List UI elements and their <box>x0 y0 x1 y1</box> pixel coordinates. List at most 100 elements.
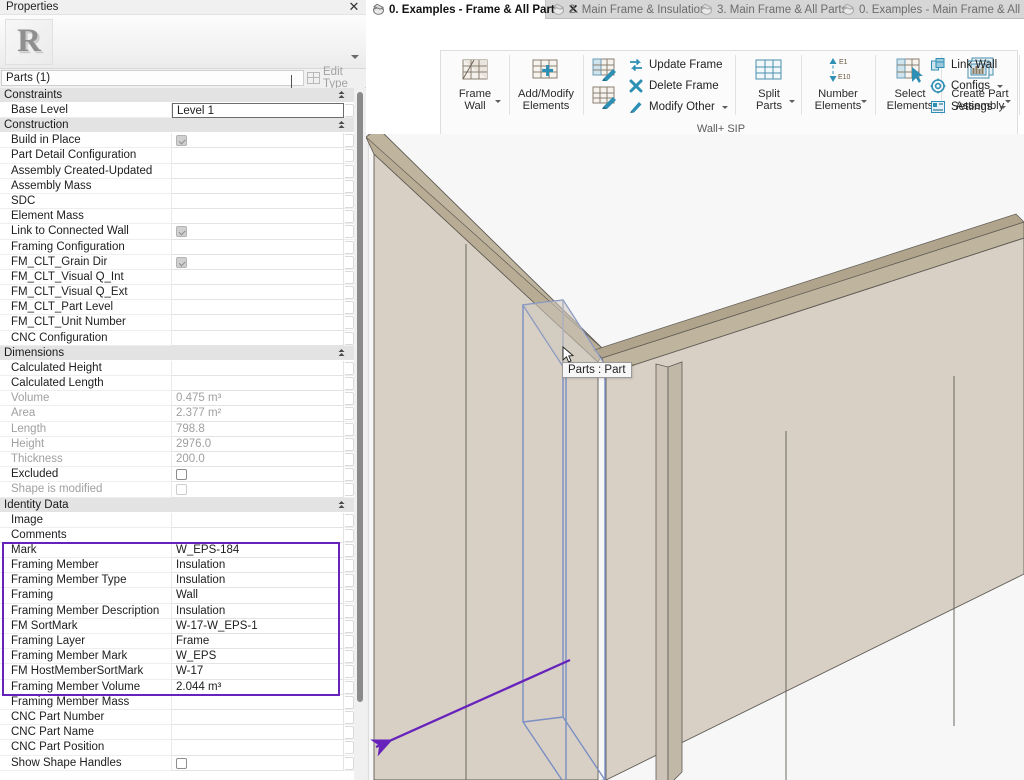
property-row[interactable]: FM_CLT_Grain Dir <box>0 254 354 270</box>
property-checkbox[interactable] <box>176 135 187 147</box>
property-row[interactable]: Framing Configuration <box>0 239 354 255</box>
property-row[interactable]: CNC Part Number <box>0 709 354 726</box>
property-value-cell[interactable] <box>172 482 344 498</box>
property-row[interactable]: Height 2976.0 <box>0 436 354 452</box>
property-row[interactable]: Mark W_EPS-184 <box>0 542 354 559</box>
frame-wall-button[interactable]: Frame Wall <box>447 53 503 117</box>
property-row[interactable]: Framing Layer Frame <box>0 634 354 650</box>
type-selector-combobox[interactable]: Parts (1) <box>1 70 304 88</box>
property-value-cell[interactable]: Insulation <box>172 558 344 574</box>
property-value-cell[interactable]: W_EPS <box>172 649 344 665</box>
property-row[interactable]: Area 2.377 m² <box>0 406 354 422</box>
property-value-cell[interactable] <box>172 527 344 543</box>
number-elements-button[interactable]: E1 E10 Number Elements <box>807 53 869 117</box>
property-value-cell[interactable] <box>172 725 344 741</box>
property-value-cell[interactable] <box>172 269 344 286</box>
property-grid[interactable]: Constraints Base Level Level 1 Construction… <box>0 88 354 780</box>
modify-other-button[interactable]: Modify Other <box>625 97 731 117</box>
properties-scrollbar[interactable] <box>354 88 366 780</box>
add-modify-elements-button[interactable]: Add/Modify Elements <box>515 53 577 117</box>
property-value-cell[interactable]: 2.377 m² <box>172 406 344 422</box>
property-row[interactable]: FM_CLT_Visual Q_Ext <box>0 285 354 301</box>
property-row[interactable]: FM_CLT_Visual Q_Int <box>0 269 354 286</box>
property-row[interactable]: Length 798.8 <box>0 421 354 437</box>
property-checkbox[interactable] <box>176 757 187 769</box>
configs-dropdown-icon[interactable] <box>997 84 1003 88</box>
split-parts-dropdown-icon[interactable] <box>789 100 795 103</box>
property-value-cell[interactable]: W-17-W_EPS-1 <box>172 618 344 634</box>
property-row[interactable]: Thickness 200.0 <box>0 451 354 468</box>
3d-viewport[interactable]: Parts : Part <box>366 134 1024 780</box>
view-tab[interactable]: 2. Main Frame & Insulation <box>546 0 706 19</box>
property-value-cell[interactable] <box>172 239 344 255</box>
property-row[interactable]: Calculated Height <box>0 360 354 376</box>
property-value-cell[interactable] <box>172 376 344 392</box>
property-row[interactable]: Framing Wall <box>0 588 354 604</box>
property-value-cell[interactable] <box>172 755 344 771</box>
property-value-cell[interactable] <box>172 148 344 164</box>
property-checkbox[interactable] <box>176 484 187 496</box>
property-group-header[interactable]: Constraints <box>0 88 354 103</box>
collapse-group-icon[interactable] <box>337 500 346 510</box>
property-row[interactable]: CNC Configuration <box>0 330 354 346</box>
chevron-down-icon[interactable] <box>351 55 360 61</box>
property-row[interactable]: Framing Member Mass <box>0 694 354 710</box>
property-row[interactable]: Show Shape Handles <box>0 755 354 771</box>
property-row[interactable]: Build in Place <box>0 133 354 149</box>
property-row[interactable]: FM_CLT_Part Level <box>0 300 354 316</box>
property-value-cell[interactable]: 200.0 <box>172 451 344 468</box>
scrollbar-thumb[interactable] <box>357 92 363 702</box>
property-value-cell[interactable] <box>172 193 344 210</box>
property-row[interactable]: Base Level Level 1 <box>0 103 354 119</box>
property-row[interactable]: Assembly Created-Updated <box>0 163 354 179</box>
frame-wall-dropdown-icon[interactable] <box>495 100 501 103</box>
property-value-cell[interactable] <box>172 709 344 726</box>
property-row[interactable]: Framing Member Description Insulation <box>0 603 354 619</box>
property-value-cell[interactable]: Insulation <box>172 603 344 619</box>
property-value-cell[interactable] <box>172 163 344 179</box>
modify-elements-icon[interactable] <box>591 57 621 83</box>
property-row[interactable]: Image <box>0 512 354 528</box>
property-row[interactable]: Assembly Mass <box>0 178 354 194</box>
property-row[interactable]: Element Mass <box>0 209 354 225</box>
property-row[interactable]: Shape is modified <box>0 482 354 498</box>
property-group-header[interactable]: Identity Data <box>0 497 354 513</box>
property-value-cell[interactable]: 798.8 <box>172 421 344 437</box>
collapse-group-icon[interactable] <box>337 120 346 130</box>
collapse-group-icon[interactable] <box>337 90 346 100</box>
property-value-cell[interactable]: 0.475 m³ <box>172 391 344 407</box>
view-tab[interactable]: 0. Examples - Frame & All Parts ✕ <box>366 0 578 19</box>
property-value-cell[interactable]: W-17 <box>172 664 344 680</box>
property-row[interactable]: Excluded <box>0 467 354 483</box>
property-row[interactable]: Framing Member Volume 2.044 m³ <box>0 679 354 695</box>
edit-type-button[interactable]: Edit Type <box>306 66 365 90</box>
property-row[interactable]: SDC <box>0 193 354 210</box>
property-checkbox[interactable] <box>176 256 187 268</box>
configs-button[interactable]: Configs <box>927 76 1009 96</box>
property-value-cell[interactable] <box>172 300 344 316</box>
split-parts-button[interactable]: Split Parts <box>741 53 797 117</box>
property-value-cell[interactable]: Wall <box>172 588 344 604</box>
property-row[interactable]: FM HostMemberSortMark W-17 <box>0 664 354 680</box>
update-frame-button[interactable]: Update Frame <box>625 55 731 75</box>
view-tab[interactable]: 0. Examples - Main Frame & All Par <box>836 0 1024 19</box>
property-row[interactable]: Framing Member Mark W_EPS <box>0 649 354 665</box>
property-row[interactable]: Calculated Length <box>0 376 354 392</box>
link-wall-button[interactable]: Link Wall <box>927 55 1009 75</box>
property-group-header[interactable]: Construction <box>0 118 354 134</box>
property-value-cell[interactable] <box>172 209 344 225</box>
property-group-header[interactable]: Dimensions <box>0 345 354 361</box>
property-row[interactable]: Framing Member Type Insulation <box>0 573 354 589</box>
collapse-group-icon[interactable] <box>337 348 346 358</box>
property-value-cell[interactable] <box>172 254 344 270</box>
property-value-cell[interactable] <box>172 285 344 301</box>
number-elements-dropdown-icon[interactable] <box>861 100 867 103</box>
property-value-cell[interactable]: Level 1 <box>172 103 344 119</box>
property-value-cell[interactable] <box>172 133 344 149</box>
property-row[interactable]: Link to Connected Wall <box>0 224 354 240</box>
property-value-cell[interactable] <box>172 694 344 710</box>
property-value-cell[interactable] <box>172 360 344 376</box>
settings-dropdown-icon[interactable] <box>999 105 1006 109</box>
settings-button[interactable]: Settings <box>927 97 1009 117</box>
property-value-cell[interactable] <box>172 740 344 756</box>
